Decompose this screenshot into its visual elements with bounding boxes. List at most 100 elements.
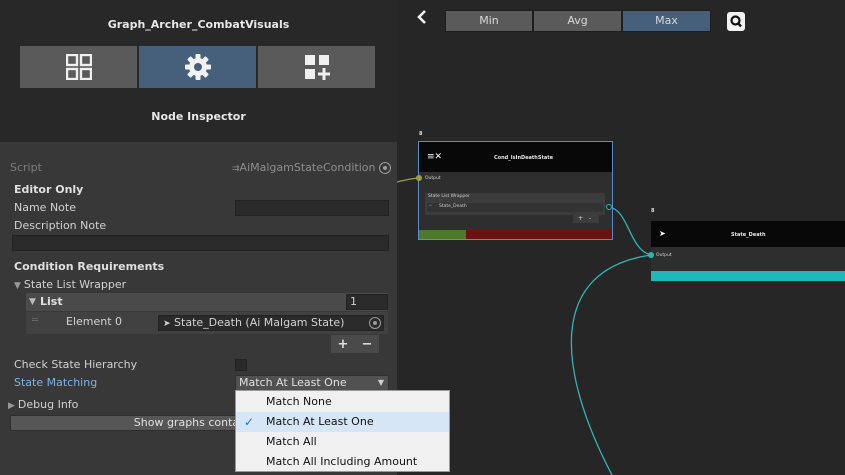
condition-node-index: 8 xyxy=(419,131,423,137)
condition-state-row: ═ State_Death xyxy=(427,203,603,212)
state-list-wrapper-label: State List Wrapper xyxy=(23,278,127,291)
tab-node-settings[interactable] xyxy=(139,46,256,88)
condition-node-header: ≡✕ Cond_IsInDeathState xyxy=(419,142,612,172)
gear-icon xyxy=(184,54,211,80)
state-input-port[interactable] xyxy=(648,252,654,258)
debug-info-label: Debug Info xyxy=(17,398,79,411)
foldout-closed-icon: ▶ xyxy=(8,401,15,411)
state-list-wrapper-row[interactable]: ▼ State List Wrapper xyxy=(0,276,397,294)
segment-max-label: Max xyxy=(655,14,678,27)
menu-item-match-all-label: Match All xyxy=(266,435,317,448)
name-note-label: Name Note xyxy=(14,201,76,214)
menu-item-match-at-least-one[interactable]: ✓ Match At Least One xyxy=(236,412,449,432)
segment-min-label: Min xyxy=(479,14,499,27)
condition-output-label: Output xyxy=(425,176,441,181)
condition-node[interactable]: ≡✕ Cond_IsInDeathState Output State List… xyxy=(416,141,613,240)
state-node[interactable]: ➤ State_Death Output xyxy=(648,221,845,281)
state-matching-menu: Match None ✓ Match At Least One Match Al… xyxy=(235,390,450,472)
menu-item-match-all[interactable]: Match All xyxy=(236,432,449,452)
list-add-remove-bar: + − xyxy=(331,335,379,353)
script-field: ⇉AiMalgamStateCondition xyxy=(232,160,375,176)
list-foldout-icon: ▼ xyxy=(29,297,36,307)
state-output-label: Output xyxy=(656,253,672,258)
list-size-input[interactable]: 1 xyxy=(346,294,388,310)
list-header[interactable]: ▼ List xyxy=(26,293,388,311)
node-inspector-title: Node Inspector xyxy=(151,110,246,123)
app-window: Graph_Archer_CombatVisuals Node Inspecto… xyxy=(0,0,845,475)
inspector-header: Graph_Archer_CombatVisuals Node Inspecto… xyxy=(0,0,397,142)
checkmark-icon: ✓ xyxy=(244,415,255,429)
menu-item-match-all-including-amount[interactable]: Match All Including Amount xyxy=(236,452,449,472)
grid-add-icon xyxy=(304,55,330,80)
drag-handle-icon[interactable]: ═ xyxy=(32,315,38,326)
script-row: Script ⇉AiMalgamStateCondition xyxy=(0,159,397,177)
state-node-title: State_Death xyxy=(731,232,766,238)
name-note-input[interactable] xyxy=(235,200,389,216)
add-element-button[interactable]: + xyxy=(338,337,349,352)
segment-avg[interactable]: Avg xyxy=(533,10,622,32)
menu-item-match-none[interactable]: Match None xyxy=(236,392,449,412)
editor-only-row: Editor Only xyxy=(0,181,397,199)
condition-node-title: Cond_IsInDeathState xyxy=(494,155,554,161)
element-label: Element 0 xyxy=(66,315,123,328)
element-object-field[interactable]: ➤ State_Death (Ai Malgam State) xyxy=(158,315,384,331)
state-matching-dropdown[interactable]: Match At Least One ▼ xyxy=(235,375,389,391)
script-picker-icon[interactable] xyxy=(379,162,391,174)
description-note-label: Description Note xyxy=(14,219,107,232)
condition-true-bar xyxy=(419,230,466,239)
segment-max[interactable]: Max xyxy=(622,10,711,32)
inspector-tabbar xyxy=(20,46,375,88)
chevron-down-icon: ▼ xyxy=(377,378,384,387)
check-state-hierarchy-label: Check State Hierarchy xyxy=(14,358,138,371)
check-state-hierarchy-checkbox[interactable] xyxy=(235,359,247,371)
list-header-row: ▼ List 1 xyxy=(0,293,397,311)
search-icon xyxy=(730,15,742,28)
condition-remove-button[interactable]: - xyxy=(589,215,591,222)
remove-element-button[interactable]: − xyxy=(362,337,373,352)
state-matching-value: Match At Least One xyxy=(239,376,347,389)
condition-requirements-row: Condition Requirements xyxy=(0,258,397,276)
element-value: State_Death (Ai Malgam State) xyxy=(174,316,345,329)
list-body: ═ Element 0 ➤ State_Death (Ai Malgam Sta… xyxy=(26,312,388,334)
condition-state-label: State_Death xyxy=(439,204,467,209)
condition-wrapper-box: State List Wrapper ═ State_Death xyxy=(425,193,605,215)
state-arrow-icon: ➤ xyxy=(163,319,171,329)
graph-view[interactable]: Min Avg Max 8 ≡✕ Cond_IsInDeathState Out… xyxy=(397,0,845,475)
state-matching-label: State Matching xyxy=(14,376,98,389)
condition-wrapper-label: State List Wrapper xyxy=(428,194,470,199)
element-picker-icon[interactable] xyxy=(369,317,381,329)
search-button[interactable] xyxy=(727,12,745,31)
condition-add-button[interactable]: + xyxy=(578,215,583,222)
description-note-input[interactable] xyxy=(12,235,389,251)
condition-input-port[interactable] xyxy=(416,175,422,181)
condition-pm-bar: + - xyxy=(573,215,599,223)
state-node-index: 8 xyxy=(651,208,655,214)
tab-add-node[interactable] xyxy=(258,46,375,88)
check-state-hierarchy-row: Check State Hierarchy xyxy=(0,356,397,374)
debug-info-foldout[interactable]: ▶ Debug Info xyxy=(8,396,78,415)
script-label: Script xyxy=(10,161,42,174)
state-node-icon: ➤ xyxy=(659,229,666,238)
segment-avg-label: Avg xyxy=(567,14,588,27)
name-note-row: Name Note xyxy=(0,199,397,217)
graph-title: Graph_Archer_CombatVisuals xyxy=(107,18,290,31)
condition-requirements-header: Condition Requirements xyxy=(14,260,165,273)
condition-false-bar xyxy=(466,230,612,239)
tab-graph-overview[interactable] xyxy=(20,46,137,88)
segment-min[interactable]: Min xyxy=(445,10,533,32)
state-active-bar xyxy=(651,271,845,281)
description-note-row: Description Note xyxy=(0,217,397,235)
menu-item-match-all-including-amount-label: Match All Including Amount xyxy=(266,455,418,468)
editor-only-header: Editor Only xyxy=(14,183,84,196)
script-file-icon: ⇉ xyxy=(232,164,240,174)
script-value: AiMalgamStateCondition xyxy=(239,161,376,174)
condition-output-port[interactable] xyxy=(606,204,612,210)
connection-cond-to-state xyxy=(608,206,652,256)
condition-node-icon: ≡✕ xyxy=(427,152,443,162)
back-arrow-icon[interactable] xyxy=(415,9,429,25)
connection-state-down xyxy=(570,254,652,475)
condition-drag-icon: ═ xyxy=(429,204,432,209)
menu-item-match-none-label: Match None xyxy=(266,395,332,408)
list-label: List xyxy=(40,295,63,308)
grid-four-icon xyxy=(65,54,92,80)
